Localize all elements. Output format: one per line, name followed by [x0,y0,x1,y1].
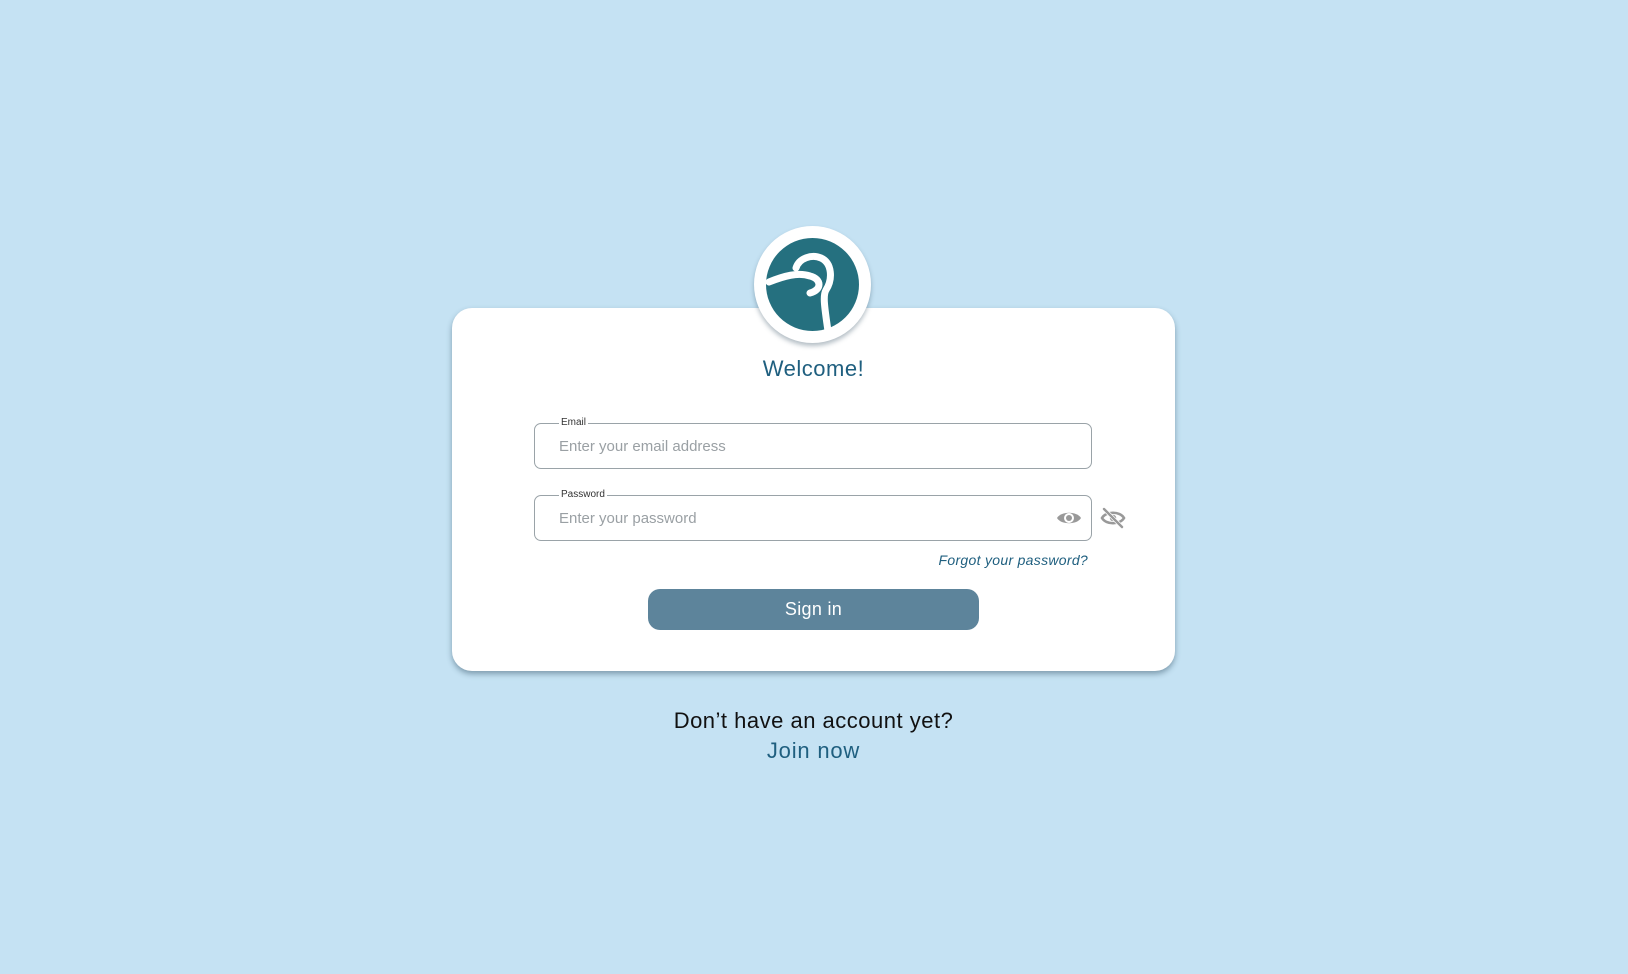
brand-logo-icon [766,238,859,331]
eye-off-icon[interactable] [1100,507,1126,529]
forgot-password-link[interactable]: Forgot your password? [939,552,1088,568]
join-now-link[interactable]: Join now [452,738,1175,764]
email-field[interactable]: Email [534,417,1092,469]
eye-icon[interactable] [1056,508,1082,528]
no-account-prompt: Don’t have an account yet? [673,708,954,733]
password-input[interactable] [559,496,1039,540]
page-title: Welcome! [762,356,865,381]
brand-logo [754,226,871,343]
sign-in-button[interactable]: Sign in [648,589,979,630]
password-field[interactable]: Password [534,489,1092,541]
email-input[interactable] [559,424,1039,468]
